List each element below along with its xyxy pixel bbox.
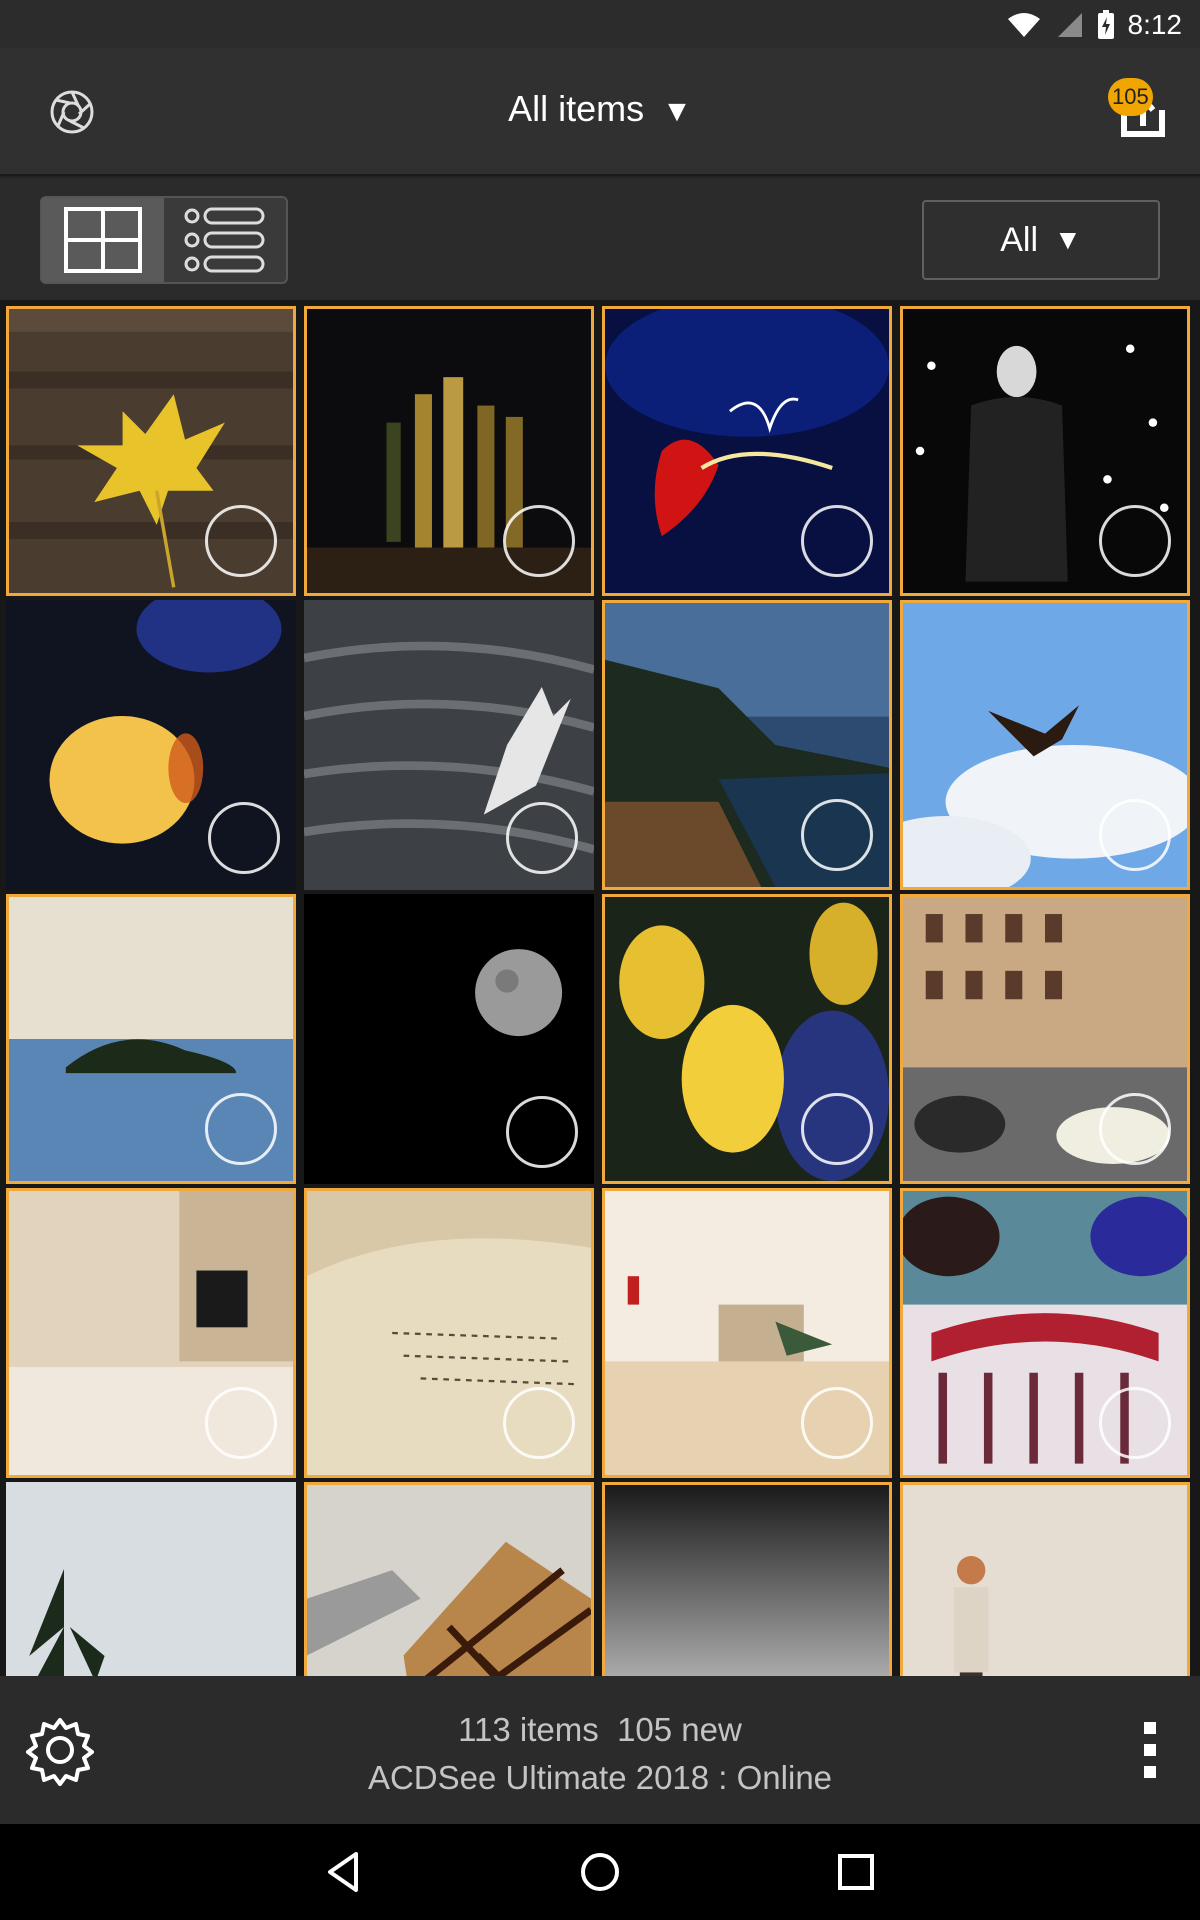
photo-thumbnail[interactable] bbox=[6, 600, 296, 890]
select-circle[interactable] bbox=[208, 802, 280, 874]
photo-thumbnail[interactable] bbox=[900, 306, 1190, 596]
photo-thumbnail[interactable] bbox=[6, 894, 296, 1184]
select-circle[interactable] bbox=[1099, 1387, 1171, 1459]
select-circle[interactable] bbox=[205, 1387, 277, 1459]
view-toolbar: All ▼ bbox=[0, 178, 1200, 300]
select-circle[interactable] bbox=[1099, 505, 1171, 577]
home-icon[interactable] bbox=[576, 1848, 624, 1896]
select-circle[interactable] bbox=[503, 1387, 575, 1459]
select-circle[interactable] bbox=[1099, 1093, 1171, 1165]
photo-thumbnail[interactable] bbox=[304, 306, 594, 596]
select-circle[interactable] bbox=[801, 799, 873, 871]
source-status: ACDSee Ultimate 2018 : Online bbox=[367, 1759, 833, 1796]
grid-view-button[interactable] bbox=[42, 198, 164, 282]
status-icons: 8:12 bbox=[1006, 8, 1183, 42]
photo-image bbox=[6, 1482, 296, 1676]
photo-thumbnail[interactable] bbox=[900, 894, 1190, 1184]
photo-grid bbox=[0, 300, 1200, 1676]
upload-count-badge: 105 bbox=[1108, 78, 1153, 116]
photo-thumbnail[interactable] bbox=[304, 1188, 594, 1478]
photo-thumbnail[interactable] bbox=[6, 1482, 296, 1676]
photo-thumbnail[interactable] bbox=[900, 1482, 1190, 1676]
filter-dropdown[interactable]: All ▼ bbox=[922, 200, 1160, 280]
album-selector[interactable]: All items ▼ bbox=[0, 88, 1200, 130]
status-footer: 113 items 105 new ACDSee Ultimate 2018 :… bbox=[0, 1676, 1200, 1824]
upload-button[interactable]: 105 bbox=[1104, 76, 1176, 148]
list-view-button[interactable] bbox=[164, 198, 286, 282]
photo-image bbox=[307, 1485, 591, 1676]
select-circle[interactable] bbox=[1099, 799, 1171, 871]
app-bar: All items ▼ 105 bbox=[0, 48, 1200, 176]
battery-charging-icon bbox=[1097, 10, 1114, 39]
more-vert-icon[interactable] bbox=[1140, 1720, 1160, 1780]
select-circle[interactable] bbox=[205, 505, 277, 577]
photo-thumbnail[interactable] bbox=[304, 894, 594, 1184]
photo-thumbnail[interactable] bbox=[602, 1482, 892, 1676]
dropdown-arrow-icon: ▼ bbox=[662, 95, 692, 128]
page-title: All items bbox=[508, 88, 645, 129]
system-nav-bar bbox=[0, 1824, 1200, 1920]
select-circle[interactable] bbox=[801, 1093, 873, 1165]
select-circle[interactable] bbox=[205, 1093, 277, 1165]
photo-image bbox=[903, 1485, 1187, 1676]
wifi-icon bbox=[1007, 13, 1040, 37]
signal-icon bbox=[1057, 13, 1082, 37]
status-bar: 8:12 bbox=[0, 0, 1200, 48]
photo-thumbnail[interactable] bbox=[304, 1482, 594, 1676]
photo-image bbox=[605, 1485, 889, 1676]
select-circle[interactable] bbox=[506, 1096, 578, 1168]
list-view-icon bbox=[184, 207, 265, 273]
photo-thumbnail[interactable] bbox=[602, 306, 892, 596]
photo-thumbnail[interactable] bbox=[6, 306, 296, 596]
photo-thumbnail[interactable] bbox=[6, 1188, 296, 1478]
status-time: 8:12 bbox=[1127, 9, 1183, 40]
photo-thumbnail[interactable] bbox=[900, 1188, 1190, 1478]
filter-label: All bbox=[1000, 220, 1039, 259]
photo-thumbnail[interactable] bbox=[602, 600, 892, 890]
photo-thumbnail[interactable] bbox=[602, 894, 892, 1184]
photo-thumbnail[interactable] bbox=[602, 1188, 892, 1478]
item-count: 113 items 105 new bbox=[458, 1711, 742, 1748]
back-icon[interactable] bbox=[320, 1848, 368, 1896]
select-circle[interactable] bbox=[801, 505, 873, 577]
dropdown-arrow-icon: ▼ bbox=[1054, 224, 1082, 255]
select-circle[interactable] bbox=[506, 802, 578, 874]
view-mode-toggle bbox=[40, 196, 288, 284]
photo-thumbnail[interactable] bbox=[304, 600, 594, 890]
recents-icon[interactable] bbox=[832, 1848, 880, 1896]
photo-thumbnail[interactable] bbox=[900, 600, 1190, 890]
select-circle[interactable] bbox=[801, 1387, 873, 1459]
grid-view-icon bbox=[64, 207, 142, 273]
select-circle[interactable] bbox=[503, 505, 575, 577]
library-info: 113 items 105 new ACDSee Ultimate 2018 :… bbox=[0, 1706, 1200, 1802]
